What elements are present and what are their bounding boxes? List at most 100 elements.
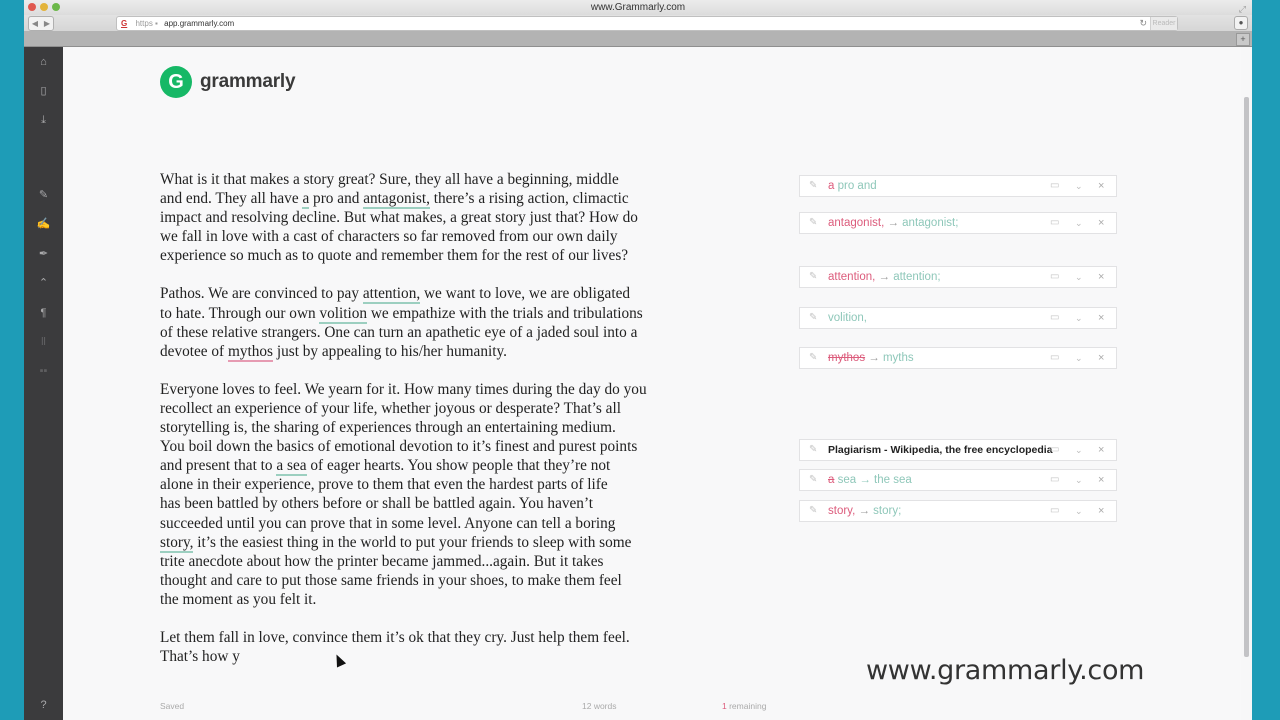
remaining-count[interactable]: 1 remaining [722, 701, 766, 711]
original-text: antagonist, [828, 217, 885, 229]
forward-button[interactable]: ▶ [44, 19, 50, 28]
watermark: www.grammarly.com [866, 655, 1145, 686]
paragraph-2: Pathos. We are convinced to pay attentio… [160, 284, 720, 362]
scrollbar[interactable] [1244, 97, 1249, 657]
url-text: app.grammarly.com [164, 19, 235, 28]
pencil-icon: ✎ [809, 180, 818, 191]
grammarly-logo[interactable]: G grammarly [160, 66, 296, 98]
punctuation-icon[interactable]: ⌃ [24, 276, 63, 290]
book-icon[interactable]: ▭ [1050, 267, 1059, 287]
paragraph-1: What is it that makes a story great? Sur… [160, 170, 720, 265]
text: Pathos. We are convinced to pay [160, 285, 363, 303]
book-icon[interactable]: ▭ [1050, 308, 1059, 328]
minimize-window-button[interactable] [40, 3, 48, 11]
chevron-down-icon[interactable]: ⌄ [1075, 267, 1083, 287]
pen-nib-icon[interactable]: ✒ [24, 247, 63, 261]
nav-buttons: ◀ ▶ [28, 16, 54, 31]
home-icon[interactable]: ⌂ [24, 55, 63, 69]
back-button[interactable]: ◀ [32, 19, 38, 28]
word-count: 12 words [582, 701, 617, 711]
pencil-icon: ✎ [809, 444, 818, 455]
reload-icon[interactable]: ↻ [1139, 17, 1147, 30]
close-icon[interactable]: × [1098, 348, 1104, 368]
chevron-down-icon[interactable]: ⌄ [1075, 176, 1083, 196]
book-icon[interactable]: ▭ [1050, 440, 1059, 460]
book-icon[interactable]: ▭ [1050, 470, 1059, 490]
book-icon[interactable]: ▭ [1050, 176, 1059, 196]
flagged-word[interactable]: mythos [227, 342, 274, 362]
chevron-down-icon[interactable]: ⌄ [1075, 470, 1083, 490]
text: just by appealing to his/her humanity. [273, 342, 507, 360]
pencil-icon: ✎ [809, 312, 818, 323]
flagged-word[interactable]: a sea [276, 457, 307, 477]
replacement-text: attention; [893, 271, 941, 283]
zoom-window-button[interactable] [52, 3, 60, 11]
close-icon[interactable]: × [1098, 213, 1104, 233]
extension-button[interactable]: ● [1234, 16, 1248, 30]
logo-mark: G [160, 66, 192, 98]
replacement-text: story; [873, 505, 902, 517]
pencil-lines-icon[interactable]: ✍ [24, 217, 63, 231]
text: it’s the easiest thing in the world to p… [160, 533, 632, 608]
replacement-text: pro and [834, 180, 877, 192]
text-style-icon[interactable]: Ⅱ [24, 335, 63, 349]
flagged-word[interactable]: volition [319, 304, 368, 324]
replacement-text: myths [882, 352, 914, 364]
chevron-down-icon[interactable]: ⌄ [1075, 501, 1083, 521]
remaining-label: remaining [726, 701, 767, 711]
replacement-text: antagonist; [902, 217, 959, 229]
original-text: attention, [828, 271, 876, 283]
new-tab-button[interactable]: + [1236, 33, 1250, 46]
chevron-down-icon[interactable]: ⌄ [1075, 348, 1083, 368]
paragraph-3: Everyone loves to feel. We yearn for it.… [160, 380, 720, 609]
url-scheme: https [135, 19, 153, 28]
suggestion-card[interactable]: ✎ story, → story; ▭ ⌄ × [799, 500, 1117, 522]
document-text[interactable]: What is it that makes a story great? Sur… [160, 170, 720, 685]
address-bar[interactable]: G https ▪ app.grammarly.com ↻ Reader [116, 16, 1178, 31]
arrow-icon: → [884, 217, 903, 229]
paragraph-icon[interactable]: ¶ [24, 306, 63, 320]
close-icon[interactable]: × [1098, 308, 1104, 328]
suggestion-card[interactable]: ✎ antagonist, → antagonist; ▭ ⌄ × [799, 212, 1117, 234]
reader-button[interactable]: Reader [1150, 17, 1177, 30]
replacement-text: volition, [828, 312, 867, 324]
pencil-icon: ✎ [809, 271, 818, 282]
plagiarism-source[interactable]: Plagiarism - Wikipedia, the free encyclo… [828, 440, 1053, 460]
chevron-down-icon[interactable]: ⌄ [1075, 213, 1083, 233]
close-icon[interactable]: × [1098, 440, 1104, 460]
browser-toolbar: ◀ ▶ G https ▪ app.grammarly.com ↻ Reader… [24, 15, 1252, 31]
book-icon[interactable]: ▭ [1050, 348, 1059, 368]
pencil-icon: ✎ [809, 505, 818, 516]
site-favicon: G [121, 19, 128, 28]
editor-area: G grammarly What is it that makes a stor… [63, 47, 1249, 720]
pencil-icon: ✎ [809, 217, 818, 228]
pause-icon[interactable]: ▪▪ [24, 364, 63, 378]
pencil-icon[interactable]: ✎ [24, 188, 63, 202]
tab-strip: + [24, 31, 1252, 47]
close-window-button[interactable] [28, 3, 36, 11]
suggestion-card[interactable]: ✎ a sea → the sea ▭ ⌄ × [799, 469, 1117, 491]
close-icon[interactable]: × [1098, 176, 1104, 196]
document-icon[interactable]: ▯ [24, 84, 63, 98]
flagged-word[interactable]: attention, [362, 285, 421, 305]
suggestion-card[interactable]: ✎ attention, → attention; ▭ ⌄ × [799, 266, 1117, 288]
chevron-down-icon[interactable]: ⌄ [1075, 440, 1083, 460]
close-icon[interactable]: × [1098, 470, 1104, 490]
book-icon[interactable]: ▭ [1050, 213, 1059, 233]
logo-text: grammarly [200, 71, 296, 92]
close-icon[interactable]: × [1098, 501, 1104, 521]
book-icon[interactable]: ▭ [1050, 501, 1059, 521]
paragraph-4: Let them fall in love, convince them it’… [160, 628, 630, 666]
flagged-word[interactable]: story, [160, 533, 194, 553]
download-icon[interactable]: ⤓ [24, 113, 63, 127]
chevron-down-icon[interactable]: ⌄ [1075, 308, 1083, 328]
window-title: www.Grammarly.com [590, 2, 686, 13]
plagiarism-card[interactable]: ✎ Plagiarism - Wikipedia, the free encyc… [799, 439, 1117, 461]
suggestion-card[interactable]: ✎ volition, ▭ ⌄ × [799, 307, 1117, 329]
close-icon[interactable]: × [1098, 267, 1104, 287]
flagged-word[interactable]: antagonist, [363, 190, 430, 210]
title-bar: www.Grammarly.com ⤢ [24, 0, 1252, 15]
suggestion-card[interactable]: ✎ a pro and ▭ ⌄ × [799, 175, 1117, 197]
help-icon[interactable]: ? [24, 698, 63, 712]
suggestion-card[interactable]: ✎ mythos → myths ▭ ⌄ × [799, 347, 1117, 369]
